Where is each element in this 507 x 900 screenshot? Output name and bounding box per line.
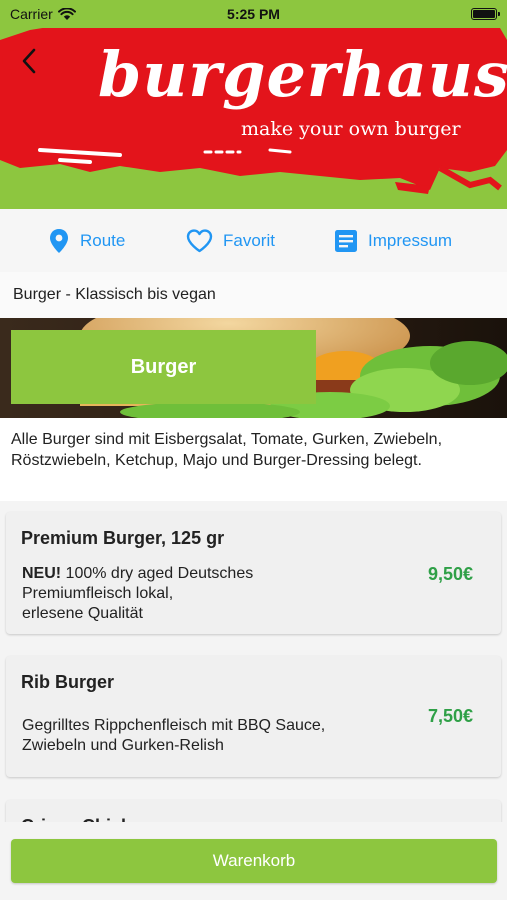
menu-item-name: Rib Burger	[21, 672, 115, 692]
impressum-label: Impressum	[368, 230, 453, 250]
menu-item-description: NEU! 100% dry aged Deutsches Premiumflei…	[22, 564, 253, 624]
document-icon	[335, 229, 357, 252]
menu-item-price: 9,50€	[427, 564, 473, 584]
wifi-icon	[57, 7, 76, 20]
category-description: Alle Burger sind mit Eisbergsalat, Tomat…	[0, 418, 507, 501]
menu-item-description-line: 100% dry aged Deutsches	[61, 565, 254, 582]
chevron-left-icon	[22, 48, 36, 74]
category-banner: Burger	[0, 318, 507, 418]
header-banner: burgerhaus. make your own burger	[0, 0, 507, 209]
menu-item-card[interactable]: Premium Burger, 125 gr NEU! 100% dry age…	[6, 512, 501, 634]
back-button[interactable]	[14, 44, 44, 78]
menu-item-description: Gegrilltes Rippchenfleisch mit BBQ Sauce…	[22, 716, 325, 756]
favorite-button[interactable]: Favorit	[186, 209, 275, 272]
logo-title: burgerhaus.	[98, 38, 507, 111]
logo-subtitle: make your own burger	[241, 118, 461, 140]
location-pin-icon	[50, 228, 68, 253]
favorite-label: Favorit	[223, 230, 275, 250]
heart-outline-icon	[186, 228, 213, 252]
category-burger-button[interactable]: Burger	[11, 330, 316, 404]
menu-item-description-line: Zwiebeln und Gurken-Relish	[22, 737, 224, 754]
battery-icon	[471, 8, 500, 20]
route-button[interactable]: Route	[48, 209, 125, 272]
carrier-label: Carrier	[10, 6, 53, 22]
carrier-group: Carrier	[10, 6, 76, 22]
route-label: Route	[80, 230, 126, 250]
section-title: Burger - Klassisch bis vegan	[0, 272, 507, 318]
menu-item-description-line: erlesene Qualität	[22, 605, 143, 622]
menu-item-description-line: Gegrilltes Rippchenfleisch mit BBQ Sauce…	[22, 717, 326, 734]
new-badge: NEU!	[22, 565, 62, 582]
impressum-button[interactable]: Impressum	[334, 209, 452, 272]
menu-item-description-line: Premiumfleisch lokal,	[22, 585, 174, 602]
bottom-bar: Warenkorb	[0, 822, 507, 900]
status-bar: Carrier 5:25 PM	[0, 0, 507, 28]
menu-item-name: Premium Burger, 125 gr	[21, 528, 225, 548]
menu-item-card[interactable]: Rib Burger Gegrilltes Rippchenfleisch mi…	[6, 656, 501, 777]
clock: 5:25 PM	[227, 6, 280, 22]
action-bar: Route Favorit Impressum	[0, 209, 507, 272]
cart-button[interactable]: Warenkorb	[11, 839, 497, 883]
menu-item-price: 7,50€	[427, 706, 473, 726]
